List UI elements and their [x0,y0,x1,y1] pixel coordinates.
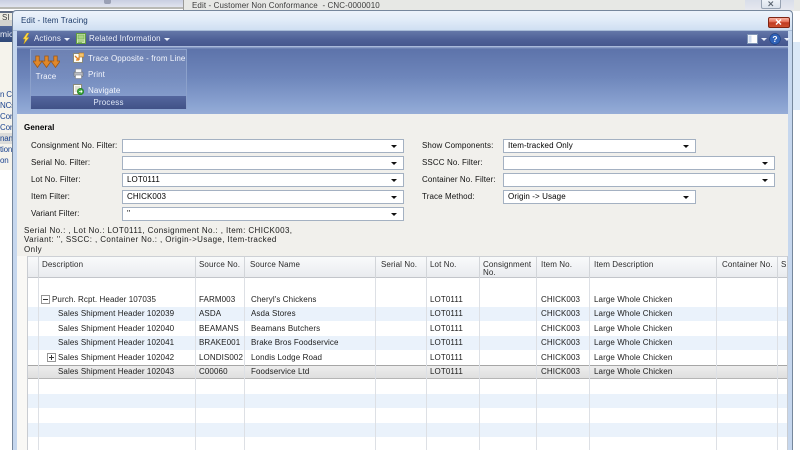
svg-text:?: ? [772,34,777,44]
